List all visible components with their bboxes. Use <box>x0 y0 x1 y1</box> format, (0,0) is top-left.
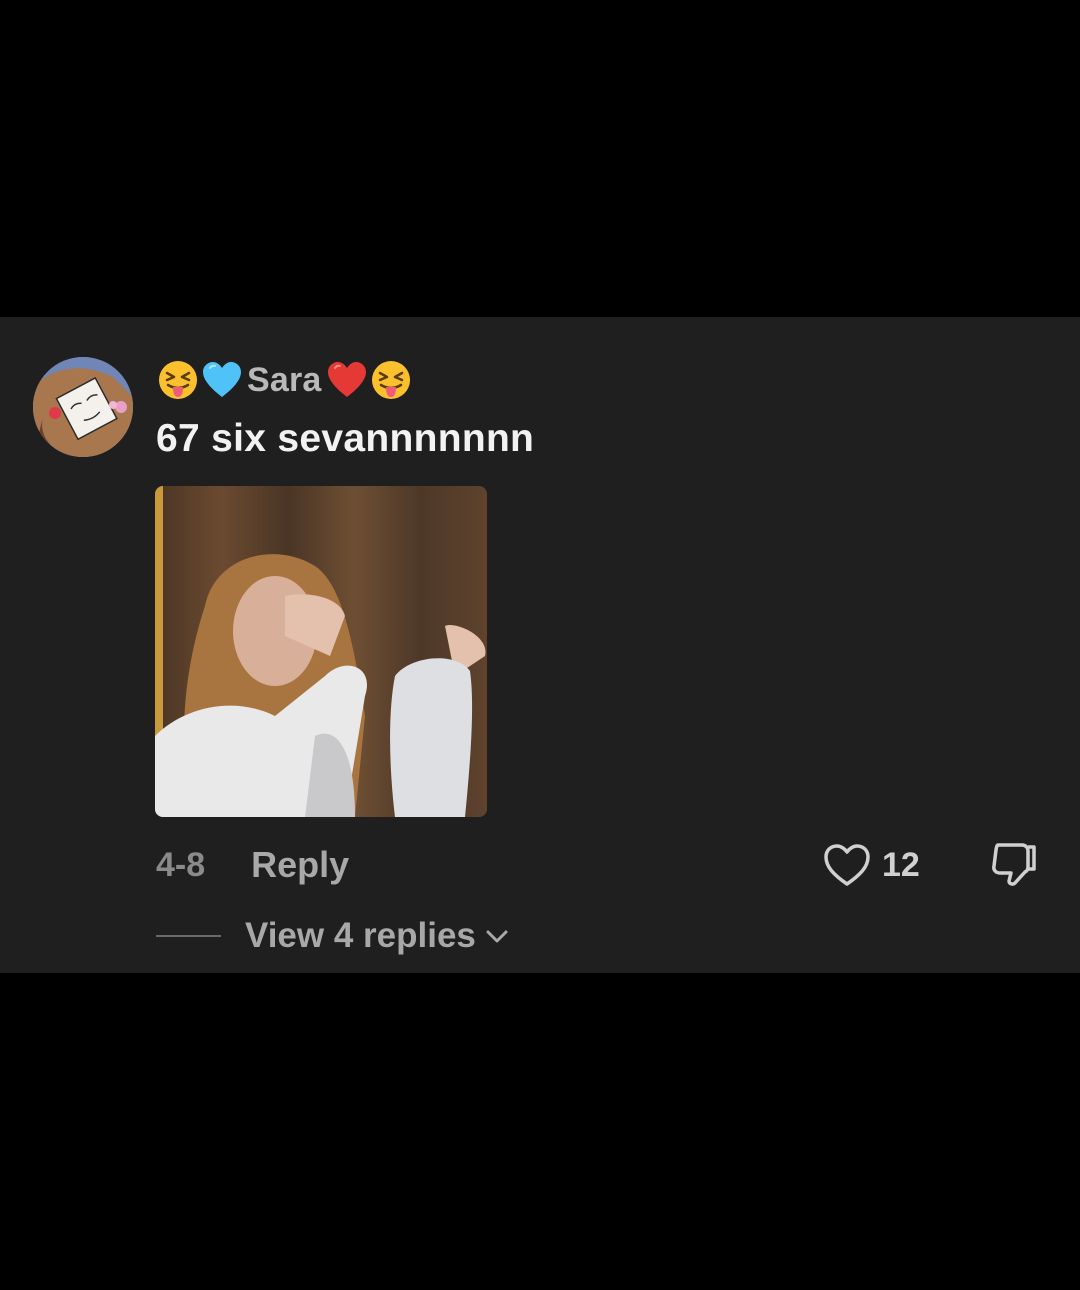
like-button[interactable]: 12 <box>822 842 920 888</box>
comment-text: 67 six sevannnnnnn <box>156 417 535 460</box>
dislike-button[interactable] <box>988 839 1038 889</box>
thumbs-down-icon <box>992 843 1036 886</box>
user-avatar[interactable] <box>33 357 133 457</box>
red-heart-emoji <box>326 359 368 401</box>
replies-divider <box>156 935 221 937</box>
squinting-tongue-emoji <box>370 359 412 401</box>
chevron-down-icon <box>484 923 510 949</box>
light-blue-heart-emoji <box>201 359 243 401</box>
comment-meta-row: 4-8 Reply <box>156 842 349 888</box>
comment-date: 4-8 <box>156 845 206 884</box>
heart-outline-icon <box>824 844 870 886</box>
reply-button[interactable]: Reply <box>251 844 349 886</box>
avatar-image <box>33 357 133 457</box>
comment-attached-image[interactable] <box>155 486 487 817</box>
username[interactable]: Sara <box>245 361 324 400</box>
squinting-tongue-emoji <box>157 359 199 401</box>
username-row[interactable]: Sara <box>157 357 412 403</box>
comment-card: Sara 67 six sevannnnnnn 4-8 Reply 12 Vie… <box>0 317 1080 973</box>
view-replies-label: View 4 replies <box>245 916 476 955</box>
like-count: 12 <box>882 845 920 884</box>
view-replies-button[interactable]: View 4 replies <box>156 914 510 958</box>
